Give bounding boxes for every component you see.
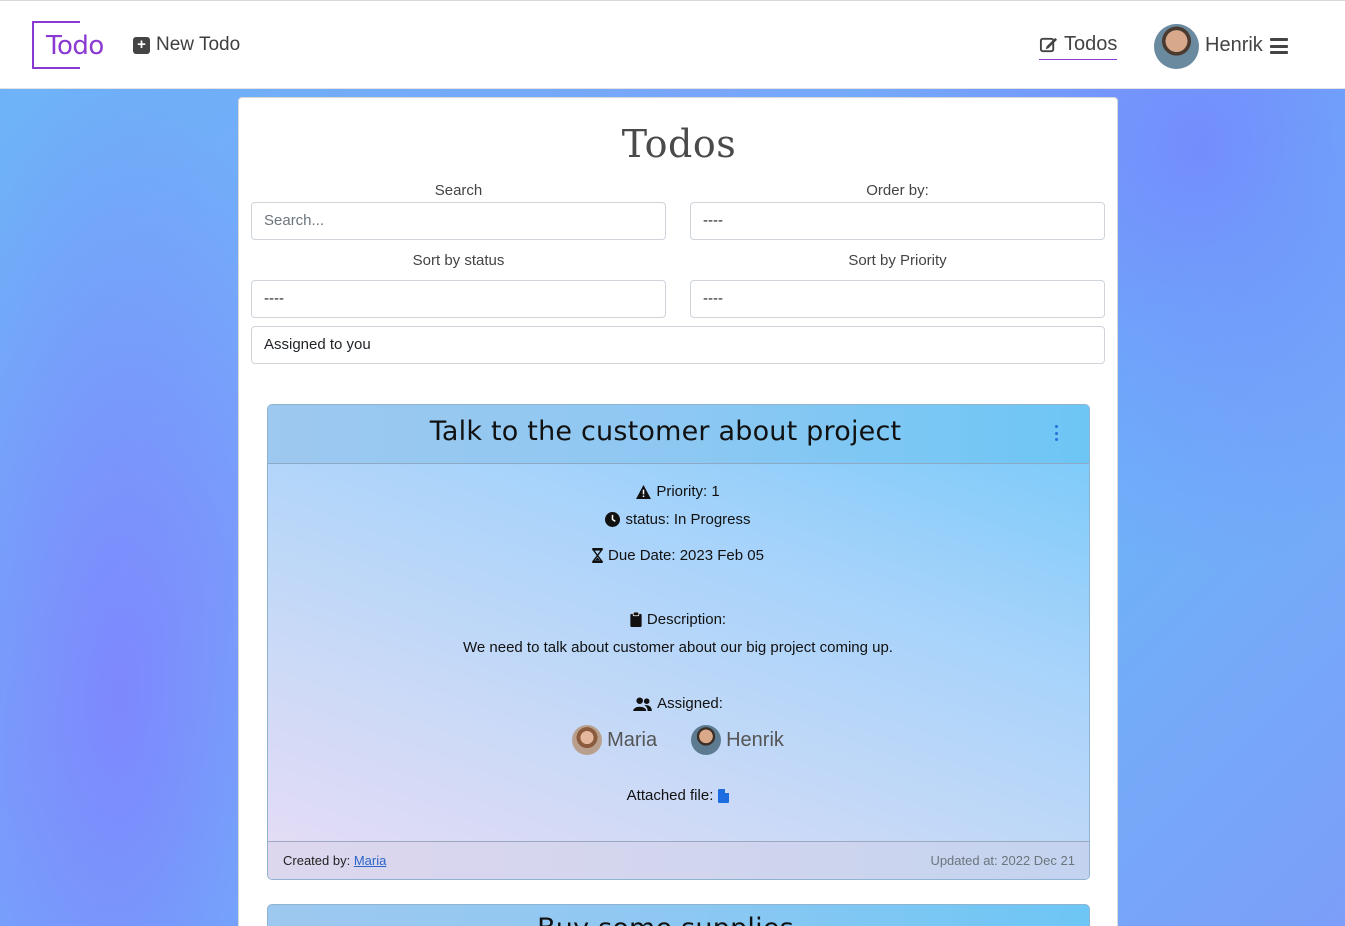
avatar [691, 725, 722, 755]
assigned-label: Assigned: [657, 695, 723, 712]
priority-text: Priority: 1 [656, 483, 720, 500]
todos-nav-label: Todos [1064, 33, 1118, 55]
plus-square-icon: + [133, 36, 150, 54]
file-icon[interactable] [718, 788, 730, 803]
navbar: Todo + New Todo Todos Henrik [0, 0, 1345, 89]
sort-status-label: Sort by status [412, 252, 505, 269]
created-by-label: Created by: [283, 853, 351, 868]
new-todo-link[interactable]: + New Todo [133, 34, 240, 56]
todo-card: Talk to the customer about project Prior… [267, 404, 1090, 880]
todo-title: Talk to the customer about project [429, 416, 902, 447]
description-row: We need to talk about customer about our… [268, 639, 1088, 656]
status-row: status: In Progress [268, 511, 1088, 528]
todo-card: Buy some supplies [267, 904, 1090, 926]
warning-icon [636, 484, 652, 499]
todo-title: Buy some supplies [268, 913, 1063, 926]
search-input[interactable]: Search... [251, 202, 666, 240]
menu-icon[interactable] [1270, 38, 1288, 54]
due-date-row: Due Date: 2023 Feb 05 [268, 547, 1088, 564]
order-by-label: Order by: [866, 182, 929, 199]
due-date-text: Due Date: 2023 Feb 05 [608, 547, 764, 564]
user-avatar[interactable] [1154, 24, 1199, 69]
todo-header: Talk to the customer about project [268, 405, 1089, 464]
status-text: status: In Progress [625, 511, 751, 528]
priority-row: Priority: 1 [268, 483, 1088, 500]
sort-priority-label: Sort by Priority [848, 252, 947, 269]
updated-at: Updated at: 2022 Dec 21 [930, 853, 1075, 868]
attached-file-label: Attached file: [626, 787, 714, 804]
created-by: Created by: Maria [283, 853, 386, 868]
new-todo-label: New Todo [156, 34, 241, 55]
order-by-select[interactable]: ---- [690, 202, 1105, 240]
assignee-maria[interactable]: Maria [572, 725, 657, 755]
created-by-link[interactable]: Maria [354, 853, 387, 868]
description-label: Description: [646, 611, 727, 628]
sort-priority-select[interactable]: ---- [690, 280, 1105, 318]
users-icon [633, 696, 652, 711]
brand-text[interactable]: Todo [46, 31, 104, 61]
clock-icon [605, 512, 621, 527]
description-text: We need to talk about customer about our… [463, 639, 893, 656]
edit-icon [1039, 37, 1058, 53]
page-title: Todos [621, 122, 737, 166]
assignee-name: Maria [607, 728, 658, 751]
description-label-row: Description: [268, 611, 1088, 628]
assignee-henrik[interactable]: Henrik [691, 725, 784, 755]
assignee-list: Maria Henrik [268, 725, 1088, 755]
kebab-icon[interactable] [1052, 425, 1060, 441]
todo-footer: Created by: Maria Updated at: 2022 Dec 2… [268, 841, 1089, 879]
search-label: Search [434, 182, 483, 199]
avatar [572, 725, 603, 755]
clipboard-icon [630, 612, 642, 627]
user-name[interactable]: Henrik [1205, 34, 1263, 57]
attached-file-row: Attached file: [268, 787, 1088, 804]
assigned-filter-select[interactable]: Assigned to you [251, 326, 1105, 364]
todos-panel: Todos Search Search... Order by: ---- So… [238, 97, 1118, 926]
todos-nav-link[interactable]: Todos [1039, 33, 1118, 60]
hourglass-icon [592, 548, 604, 563]
assigned-label-row: Assigned: [268, 695, 1088, 712]
sort-status-select[interactable]: ---- [251, 280, 666, 318]
assignee-name: Henrik [726, 728, 784, 751]
